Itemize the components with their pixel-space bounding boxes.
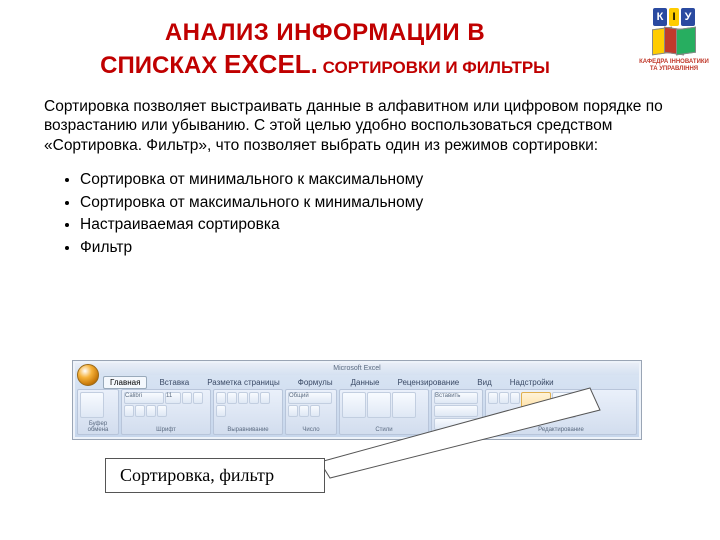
tab-home: Главная xyxy=(103,376,147,389)
list-item: Фильтр xyxy=(80,237,680,259)
logo-letter-i: І xyxy=(669,8,679,26)
list-item: Сортировка от минимального к максимально… xyxy=(80,169,680,191)
group-clipboard: Буфер обмена xyxy=(77,389,119,435)
window-title: Microsoft Excel xyxy=(75,363,639,375)
logo-letter-k: К xyxy=(653,8,667,26)
institution-logo: К І У КАФЕДРА ІННОВАТИКИ ТА УПРАВЛІННЯ xyxy=(638,8,710,72)
paste-icon xyxy=(80,392,104,418)
bold-icon xyxy=(182,392,192,404)
slide-title: АНАЛИЗ ИНФОРМАЦИИ В СПИСКАХ EXCEL. СОРТИ… xyxy=(0,0,720,91)
group-font: Calibri 11 Шрифт xyxy=(121,389,211,435)
list-item: Сортировка от максимального к минимально… xyxy=(80,192,680,214)
border-icon xyxy=(135,405,145,417)
underline-icon xyxy=(124,405,134,417)
font-name-box: Calibri xyxy=(124,392,164,404)
logo-book-icon xyxy=(652,28,696,56)
list-item: Настраиваемая сортировка xyxy=(80,214,680,236)
font-size-box: 11 xyxy=(165,392,181,404)
intro-paragraph: Сортировка позволяет выстраивать данные … xyxy=(0,91,720,155)
tab-insert: Вставка xyxy=(153,377,195,388)
logo-caption: КАФЕДРА ІННОВАТИКИ ТА УПРАВЛІННЯ xyxy=(638,59,710,72)
callout-label: Сортировка, фильтр xyxy=(105,458,325,493)
logo-letter-u: У xyxy=(681,8,695,26)
font-color-icon xyxy=(157,405,167,417)
office-button-icon xyxy=(77,364,99,386)
bullet-list: Сортировка от минимального к максимально… xyxy=(0,155,720,259)
fill-color-icon xyxy=(146,405,156,417)
